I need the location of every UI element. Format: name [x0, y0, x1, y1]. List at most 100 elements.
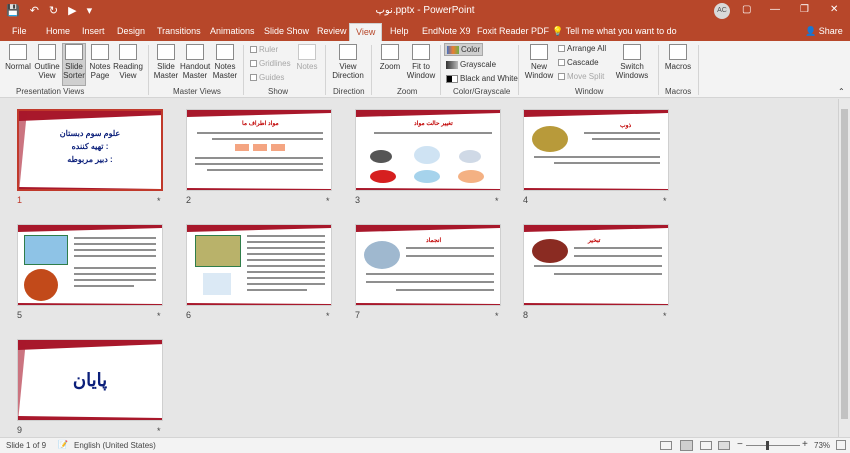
new-window-button[interactable]: New Window — [522, 44, 556, 86]
slide-thumbnail-3[interactable]: تغییر حالت مواد — [355, 109, 501, 191]
notes-label: Notes — [296, 62, 318, 71]
tab-insert[interactable]: Insert — [82, 26, 105, 36]
fit-to-window-button[interactable]: Fit to Window — [405, 44, 437, 86]
slide-sorter-status-icon[interactable] — [680, 440, 693, 451]
handout-master-button[interactable]: Handout Master — [180, 44, 210, 86]
transition-star-icon[interactable]: * — [326, 311, 330, 321]
slide-thumbnail-7[interactable]: انجماد — [355, 224, 501, 306]
zoom-slider-thumb[interactable] — [766, 441, 769, 450]
gridlines-label: Gridlines — [259, 59, 291, 68]
slide-master-button[interactable]: Slide Master — [153, 44, 179, 86]
notes-button[interactable]: Notes — [294, 44, 320, 86]
outline-view-label: Outline View — [34, 62, 60, 80]
gridlines-checkbox[interactable]: Gridlines — [250, 59, 291, 68]
fit-slide-icon[interactable] — [836, 440, 846, 450]
color-button[interactable]: Color — [444, 43, 484, 56]
text-line — [247, 283, 325, 285]
normal-view-status-icon[interactable] — [660, 441, 672, 450]
tab-foxit-reader[interactable]: Foxit Reader PDF — [477, 26, 549, 36]
arrange-all-button[interactable]: Arrange All — [558, 44, 606, 53]
close-button[interactable]: ✕ — [830, 4, 838, 15]
notes-master-button[interactable]: Notes Master — [211, 44, 239, 86]
zoom-button[interactable]: Zoom — [376, 44, 404, 86]
tab-file[interactable]: File — [12, 26, 27, 36]
slide-thumbnail-1[interactable]: علوم سوم دبستان تهیه کننده : دبیر مربوطه… — [17, 109, 163, 191]
guides-checkbox[interactable]: Guides — [250, 73, 284, 82]
outline-view-button[interactable]: Outline View — [33, 44, 61, 86]
transition-star-icon[interactable]: * — [157, 196, 161, 206]
slide-thumbnail-5[interactable] — [17, 224, 163, 306]
slide-thumbnail-4[interactable]: ذوب — [523, 109, 669, 191]
group-separator — [440, 45, 441, 95]
notes-icon — [298, 44, 316, 60]
slide-title: انجماد — [426, 238, 442, 244]
collapse-ribbon-icon[interactable]: ⌃ — [838, 87, 845, 96]
slide-number: 4 — [523, 195, 529, 205]
transition-star-icon[interactable]: * — [495, 196, 499, 206]
slide-sorter-button[interactable]: Slide Sorter — [62, 43, 86, 86]
cascade-button[interactable]: Cascade — [558, 58, 599, 67]
text-line — [247, 271, 325, 273]
tab-home[interactable]: Home — [46, 26, 70, 36]
zoom-slider[interactable] — [746, 445, 800, 446]
slideshow-status-icon[interactable] — [718, 441, 730, 450]
black-and-white-button[interactable]: Black and White — [446, 74, 518, 83]
vertical-scrollbar[interactable] — [838, 99, 850, 437]
switch-windows-button[interactable]: Switch Windows — [612, 44, 652, 86]
scrollbar-thumb[interactable] — [841, 109, 848, 419]
slide-thumbnail-2[interactable]: مواد اطراف ما — [186, 109, 332, 191]
tab-view[interactable]: View — [349, 23, 383, 41]
transition-star-icon[interactable]: * — [663, 196, 667, 206]
tab-help[interactable]: Help — [390, 26, 409, 36]
arrange-all-icon — [558, 45, 565, 53]
tab-endnote[interactable]: EndNote X9 — [422, 26, 471, 36]
transition-star-icon[interactable]: * — [495, 311, 499, 321]
macros-label: Macros — [664, 62, 692, 71]
ruler-label: Ruler — [259, 45, 279, 54]
notes-page-button[interactable]: Notes Page — [88, 44, 112, 86]
restore-button[interactable]: ❐ — [800, 4, 809, 15]
text-line — [74, 273, 156, 275]
text-line — [74, 279, 156, 281]
language-status[interactable]: English (United States) — [74, 441, 156, 450]
tab-slide-show[interactable]: Slide Show — [264, 26, 309, 36]
slide-box — [235, 144, 249, 151]
slide-title: مواد اطراف ما — [242, 121, 279, 127]
slide-thumbnail-6[interactable] — [186, 224, 332, 306]
slide-count: Slide 1 of 9 — [6, 441, 47, 450]
grayscale-button[interactable]: Grayscale — [446, 60, 496, 69]
user-avatar[interactable]: AC — [714, 3, 730, 19]
arrange-all-label: Arrange All — [567, 44, 607, 53]
move-split-button[interactable]: Move Split — [558, 72, 604, 81]
group-separator — [325, 45, 326, 95]
macros-button[interactable]: Macros — [662, 44, 694, 86]
ruler-checkbox[interactable]: Ruler — [250, 45, 278, 54]
spelling-icon[interactable]: 📝 — [58, 440, 68, 449]
tell-me-label: Tell me what you want to do — [565, 26, 677, 36]
zoom-in-icon[interactable]: + — [802, 439, 808, 450]
transition-star-icon[interactable]: * — [157, 311, 161, 321]
tab-transitions[interactable]: Transitions — [157, 26, 201, 36]
zoom-out-icon[interactable]: − — [737, 439, 743, 450]
view-direction-button[interactable]: View Direction — [329, 44, 367, 86]
normal-view-button[interactable]: Normal — [4, 44, 32, 86]
tab-review[interactable]: Review — [317, 26, 347, 36]
text-line — [247, 247, 325, 249]
tab-design[interactable]: Design — [117, 26, 145, 36]
transition-star-icon[interactable]: * — [326, 196, 330, 206]
zoom-level[interactable]: 73% — [814, 441, 830, 450]
group-separator — [371, 45, 372, 95]
slide-sorter-icon — [65, 44, 83, 60]
share-button[interactable]: 👤 Share — [805, 26, 843, 37]
tab-animations[interactable]: Animations — [210, 26, 255, 36]
slide-thumbnail-8[interactable]: تبخیر — [523, 224, 669, 306]
slide-thumbnail-9[interactable]: پایان — [17, 339, 163, 421]
reading-view-status-icon[interactable] — [700, 441, 712, 450]
minimize-button[interactable]: — — [770, 4, 780, 15]
reading-view-button[interactable]: Reading View — [113, 44, 143, 86]
transition-star-icon[interactable]: * — [157, 426, 161, 436]
slide-master-label: Slide Master — [153, 62, 179, 80]
transition-star-icon[interactable]: * — [663, 311, 667, 321]
ribbon-display-icon[interactable]: ▢ — [742, 4, 751, 15]
tell-me-search[interactable]: 💡 Tell me what you want to do — [552, 26, 677, 37]
